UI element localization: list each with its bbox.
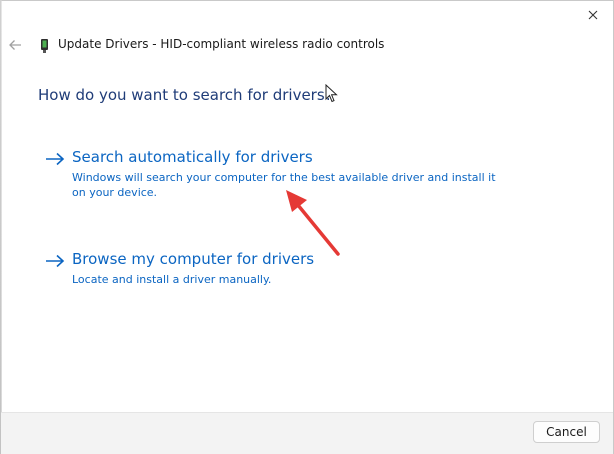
arrow-right-icon [46, 152, 65, 166]
cancel-button[interactable]: Cancel [533, 421, 600, 443]
search-automatically-option[interactable]: Search automatically for drivers Windows… [44, 148, 514, 204]
dialog-title: Update Drivers - HID-compliant wireless … [58, 37, 385, 51]
browse-computer-description: Locate and install a driver manually. [72, 273, 272, 286]
close-button[interactable] [586, 8, 600, 22]
red-annotation-arrow-icon [280, 186, 344, 260]
back-button[interactable] [7, 37, 23, 53]
device-icon [40, 38, 49, 54]
background-window-edge [0, 0, 2, 454]
browse-computer-title[interactable]: Browse my computer for drivers [72, 250, 314, 268]
dialog-footer [1, 412, 613, 454]
close-icon [588, 10, 598, 20]
page-heading: How do you want to search for drivers? [38, 86, 333, 104]
back-arrow-icon [9, 40, 21, 50]
search-automatically-title[interactable]: Search automatically for drivers [72, 148, 313, 166]
arrow-right-icon [46, 254, 65, 268]
mouse-cursor-icon [325, 83, 339, 104]
